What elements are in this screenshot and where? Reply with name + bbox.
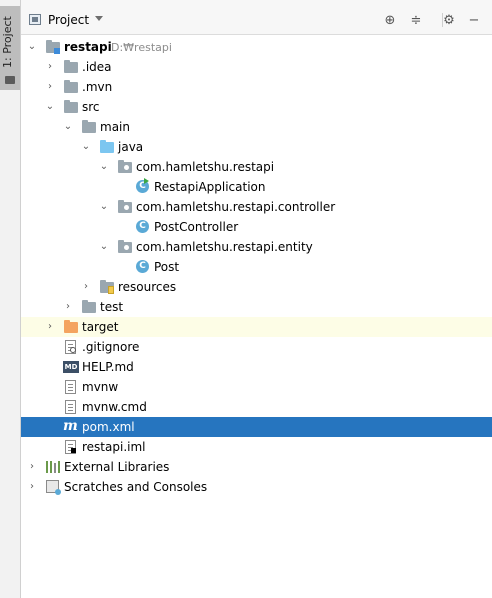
chevron-right-icon[interactable]: › (44, 81, 56, 93)
tree-label: resources (118, 280, 177, 294)
text-file-icon (63, 400, 79, 414)
tree-label: pom.xml (82, 420, 135, 434)
tree-row-resources[interactable]: › resources (21, 277, 492, 297)
root-label: restapi (64, 40, 112, 54)
tree-row-class[interactable]: C Post (21, 257, 492, 277)
folder-icon (5, 76, 15, 84)
tree-row-file[interactable]: .gitignore (21, 337, 492, 357)
tree-label: Scratches and Consoles (64, 480, 208, 494)
tree-label: restapi.iml (82, 440, 146, 454)
tree-label: .idea (82, 60, 112, 74)
spring-boot-class-icon: C (135, 178, 151, 194)
chevron-down-icon[interactable]: ⌄ (62, 121, 74, 133)
folder-icon (81, 120, 97, 134)
tree-label: test (100, 300, 124, 314)
maven-icon: m (63, 418, 78, 434)
tree-row-file[interactable]: MD HELP.md (21, 357, 492, 377)
tree-row-class[interactable]: C RestapiApplication (21, 177, 492, 197)
tool-window-strip: 1: Project (0, 0, 21, 598)
tree-label: java (118, 140, 144, 154)
chevron-down-icon[interactable]: ⌄ (80, 141, 92, 153)
library-icon (45, 460, 61, 474)
tree-row-idea[interactable]: › .idea (21, 57, 492, 77)
tree-row-target[interactable]: › target (21, 317, 492, 337)
tree-label: mvnw (82, 380, 119, 394)
folder-icon (63, 80, 79, 94)
markdown-file-icon: MD (63, 361, 79, 373)
tree-label: Post (154, 260, 180, 274)
project-tool-tab[interactable]: 1: Project (0, 6, 20, 90)
chevron-down-icon[interactable]: ⌄ (44, 101, 56, 113)
excluded-folder-icon (63, 320, 79, 334)
tree-row-file-selected[interactable]: m pom.xml (21, 417, 492, 437)
tree-label: .mvn (82, 80, 113, 94)
collapse-all-icon[interactable]: ≑ (408, 12, 424, 28)
chevron-right-icon[interactable]: › (26, 481, 38, 493)
chevron-down-icon[interactable]: ⌄ (26, 41, 38, 53)
source-folder-icon (99, 140, 115, 154)
chevron-right-icon[interactable]: › (26, 461, 38, 473)
tree-row-java[interactable]: ⌄ java (21, 137, 492, 157)
tree-label: src (82, 100, 100, 114)
folder-icon (63, 60, 79, 74)
tree-label: HELP.md (82, 360, 134, 374)
class-icon: C (135, 220, 151, 234)
chevron-right-icon[interactable]: › (44, 61, 56, 73)
module-file-icon (63, 440, 79, 454)
chevron-right-icon[interactable]: › (44, 321, 56, 333)
resources-folder-icon (99, 280, 115, 294)
tree-row-mvn[interactable]: › .mvn (21, 77, 492, 97)
tree-label: RestapiApplication (154, 180, 266, 194)
package-icon (117, 160, 133, 174)
folder-icon (81, 300, 97, 314)
project-view-icon (29, 14, 41, 25)
tree-row-file[interactable]: restapi.iml (21, 437, 492, 457)
tree-row-src[interactable]: ⌄ src (21, 97, 492, 117)
package-icon (117, 240, 133, 254)
tree-row-package[interactable]: ⌄ com.hamletshu.restapi.entity (21, 237, 492, 257)
tree-label: External Libraries (64, 460, 170, 474)
tree-row-package[interactable]: ⌄ com.hamletshu.restapi (21, 157, 492, 177)
tree-row-scratches[interactable]: › Scratches and Consoles (21, 477, 492, 497)
tree-row-package[interactable]: ⌄ com.hamletshu.restapi.controller (21, 197, 492, 217)
locate-icon[interactable]: ⊕ (382, 12, 398, 28)
tree-row-file[interactable]: mvnw.cmd (21, 397, 492, 417)
tree-label: PostController (154, 220, 239, 234)
text-file-icon (63, 380, 79, 394)
tree-label: com.hamletshu.restapi.controller (136, 200, 336, 214)
chevron-down-icon[interactable]: ⌄ (98, 201, 110, 213)
tree-label: com.hamletshu.restapi.entity (136, 240, 313, 254)
chevron-down-icon[interactable] (95, 16, 103, 21)
tree-row-external-libraries[interactable]: › External Libraries (21, 457, 492, 477)
package-icon (117, 200, 133, 214)
module-folder-icon (45, 40, 61, 54)
folder-icon (63, 100, 79, 114)
root-path: D:₩restapi (111, 41, 172, 54)
tree-row-test[interactable]: › test (21, 297, 492, 317)
chevron-down-icon[interactable]: ⌄ (98, 241, 110, 253)
chevron-right-icon[interactable]: › (62, 301, 74, 313)
project-panel: Project ⊕ ≑ ⚙ − ⌄ restapi D:₩restapi › .… (21, 0, 492, 598)
tree-label: target (82, 320, 119, 334)
tree-row-restapi[interactable]: ⌄ restapi D:₩restapi (21, 37, 492, 57)
class-icon: C (135, 260, 151, 274)
tree-row-main[interactable]: ⌄ main (21, 117, 492, 137)
chevron-right-icon[interactable]: › (80, 281, 92, 293)
tree-row-class[interactable]: C PostController (21, 217, 492, 237)
tree-label: main (100, 120, 130, 134)
tree-row-file[interactable]: mvnw (21, 377, 492, 397)
hide-icon[interactable]: − (466, 12, 482, 28)
tree-label: com.hamletshu.restapi (136, 160, 275, 174)
tree-label: mvnw.cmd (82, 400, 147, 414)
project-tool-tab-label: 1: Project (1, 16, 14, 68)
tree-label: .gitignore (82, 340, 140, 354)
view-selector[interactable]: Project (48, 13, 89, 27)
gitignore-file-icon (63, 340, 79, 354)
panel-header: Project ⊕ ≑ ⚙ − (21, 0, 492, 35)
scratches-icon (45, 480, 61, 495)
settings-icon[interactable]: ⚙ (441, 12, 457, 28)
chevron-down-icon[interactable]: ⌄ (98, 161, 110, 173)
